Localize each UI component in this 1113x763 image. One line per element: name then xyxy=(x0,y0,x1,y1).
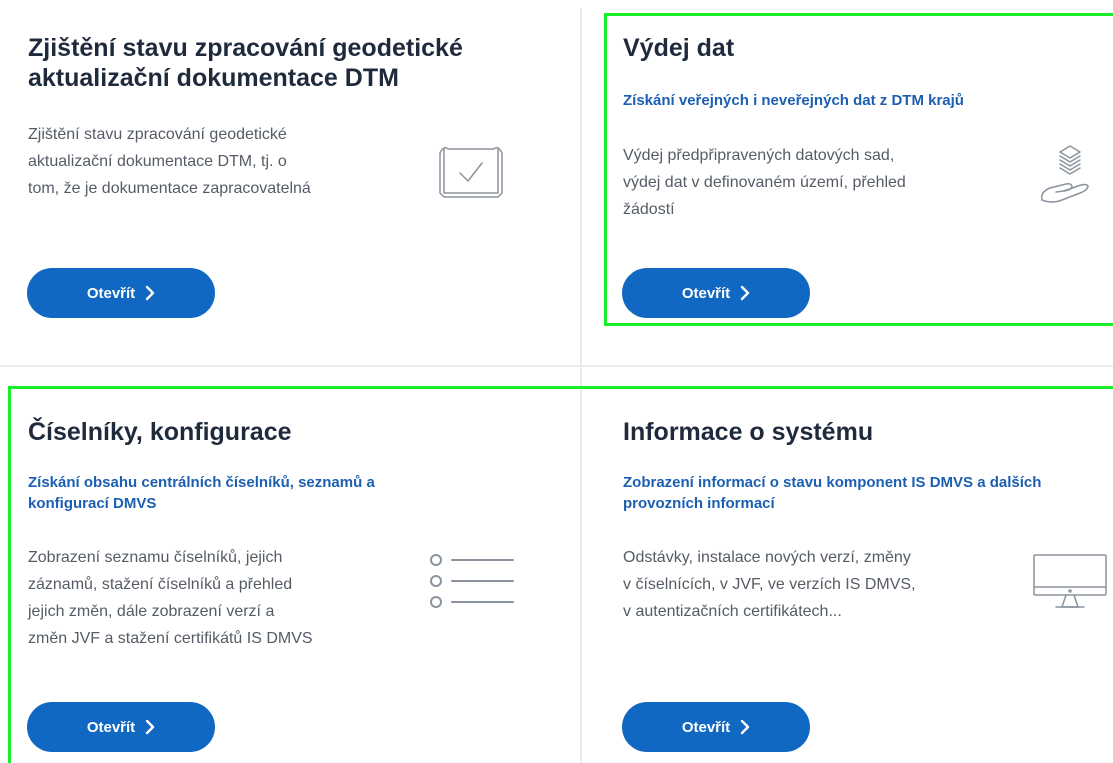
card-codelists-config: Číselníky, konfigurace Získání obsahu ce… xyxy=(0,367,580,763)
card-title: Zjištění stavu zpracování geodetické akt… xyxy=(28,34,463,92)
open-button[interactable]: Otevřít xyxy=(27,268,215,318)
card-title: Informace o systému xyxy=(623,418,874,446)
list-icon xyxy=(428,552,518,612)
card-description: Zjištění stavu zpracování geodetické akt… xyxy=(28,126,311,197)
card-subtitle: Získání veřejných i neveřejných dat z DT… xyxy=(623,92,964,109)
card-description: Zobrazení seznamu číselníků, jejich zázn… xyxy=(28,549,313,647)
chevron-right-icon xyxy=(145,719,155,735)
card-subtitle: Zobrazení informací o stavu komponent IS… xyxy=(623,474,1042,512)
chevron-right-icon xyxy=(740,285,750,301)
open-button[interactable]: Otevřít xyxy=(27,702,215,752)
card-description: Výdej předpřipravených datových sad, výd… xyxy=(623,147,906,218)
document-check-icon xyxy=(438,143,504,199)
card-subtitle: Získání obsahu centrálních číselníků, se… xyxy=(28,474,375,512)
card-title: Výdej dat xyxy=(623,34,735,62)
card-geodetic-status: Zjištění stavu zpracování geodetické akt… xyxy=(0,0,580,365)
card-system-info: Informace o systému Zobrazení informací … xyxy=(582,367,1113,763)
open-button[interactable]: Otevřít xyxy=(622,702,810,752)
service-card-grid: Zjištění stavu zpracování geodetické akt… xyxy=(0,0,1113,763)
hand-layers-icon xyxy=(1038,142,1094,208)
monitor-icon xyxy=(1032,553,1108,613)
chevron-right-icon xyxy=(145,285,155,301)
card-description: Odstávky, instalace nových verzí, změny … xyxy=(623,549,916,620)
open-button[interactable]: Otevřít xyxy=(622,268,810,318)
card-data-issue: Výdej dat Získání veřejných i neveřejnýc… xyxy=(582,0,1113,365)
card-title: Číselníky, konfigurace xyxy=(28,418,292,446)
chevron-right-icon xyxy=(740,719,750,735)
